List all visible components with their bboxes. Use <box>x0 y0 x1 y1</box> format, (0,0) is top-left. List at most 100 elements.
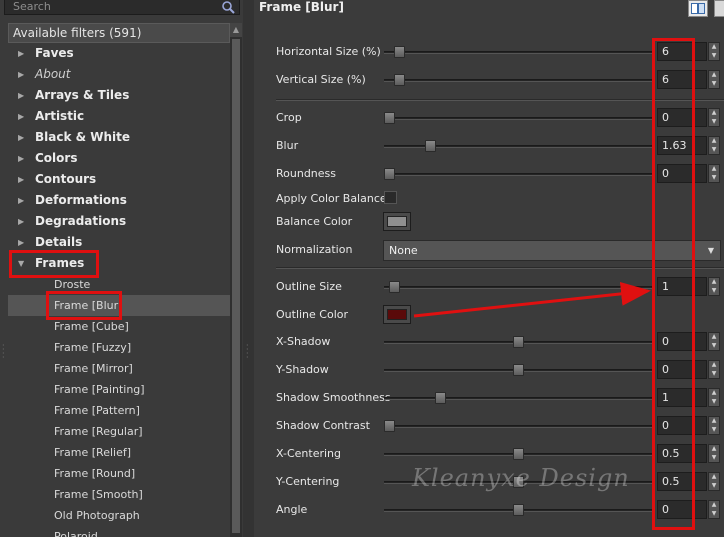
spin-down-arrow-icon[interactable]: ▼ <box>709 52 719 60</box>
horizontal-size-slider-handle[interactable] <box>394 46 406 58</box>
spin-up-arrow-icon[interactable]: ▲ <box>709 473 719 481</box>
shadow-smoothness-slider-track[interactable] <box>384 397 652 400</box>
expand-right-arrow-icon[interactable]: ▶ <box>18 211 24 232</box>
apply-color-balance-checkbox[interactable] <box>384 191 397 204</box>
x-shadow-spinner[interactable]: ▲ ▼ <box>708 332 720 351</box>
balance-color-swatch[interactable] <box>383 212 411 231</box>
spin-up-arrow-icon[interactable]: ▲ <box>709 278 719 286</box>
search-input[interactable] <box>7 0 217 14</box>
filter-category[interactable]: ▶ Colors <box>8 148 230 169</box>
preview-split-button[interactable] <box>688 0 708 17</box>
filter-category[interactable]: ▶ Artistic <box>8 106 230 127</box>
filter-category[interactable]: ▶ Black & White <box>8 127 230 148</box>
y-shadow-slider-handle[interactable] <box>512 364 524 376</box>
expand-right-arrow-icon[interactable]: ▶ <box>18 169 24 190</box>
crop-spinner[interactable]: ▲ ▼ <box>708 108 720 127</box>
x-shadow-slider-handle[interactable] <box>512 336 524 348</box>
spin-up-arrow-icon[interactable]: ▲ <box>709 43 719 51</box>
shadow-contrast-spinner[interactable]: ▲ ▼ <box>708 416 720 435</box>
filter-item[interactable]: Frame [Round] <box>8 463 230 484</box>
spin-down-arrow-icon[interactable]: ▼ <box>709 454 719 462</box>
param-label: X-Shadow <box>276 335 331 348</box>
blur-spinner[interactable]: ▲ ▼ <box>708 136 720 155</box>
y-shadow-spinner[interactable]: ▲ ▼ <box>708 360 720 379</box>
spin-up-arrow-icon[interactable]: ▲ <box>709 137 719 145</box>
scrollbar-thumb[interactable] <box>232 39 240 533</box>
vertical-size-spinner[interactable]: ▲ ▼ <box>708 70 720 89</box>
expand-right-arrow-icon[interactable]: ▶ <box>18 64 24 85</box>
y-centering-spinner[interactable]: ▲ ▼ <box>708 472 720 491</box>
panel-menu-button[interactable] <box>714 0 724 17</box>
spin-down-arrow-icon[interactable]: ▼ <box>709 118 719 126</box>
filter-item[interactable]: Polaroid <box>8 526 230 537</box>
filter-item[interactable]: Frame [Relief] <box>8 442 230 463</box>
angle-slider-handle[interactable] <box>512 504 524 516</box>
x-centering-spinner[interactable]: ▲ ▼ <box>708 444 720 463</box>
expand-right-arrow-icon[interactable]: ▶ <box>18 190 24 211</box>
crop-slider-handle[interactable] <box>384 112 395 124</box>
spin-up-arrow-icon[interactable]: ▲ <box>709 361 719 369</box>
spin-up-arrow-icon[interactable]: ▲ <box>709 71 719 79</box>
spin-up-arrow-icon[interactable]: ▲ <box>709 333 719 341</box>
spin-down-arrow-icon[interactable]: ▼ <box>709 80 719 88</box>
spin-up-arrow-icon[interactable]: ▲ <box>709 445 719 453</box>
scroll-up-arrow-icon[interactable]: ▲ <box>230 23 242 37</box>
shadow-smoothness-spinner[interactable]: ▲ ▼ <box>708 388 720 407</box>
spin-up-arrow-icon[interactable]: ▲ <box>709 165 719 173</box>
outline-size-spinner[interactable]: ▲ ▼ <box>708 277 720 296</box>
spin-down-arrow-icon[interactable]: ▼ <box>709 370 719 378</box>
blur-slider-handle[interactable] <box>425 140 437 152</box>
filter-category[interactable]: ▶ Faves <box>8 43 230 64</box>
outline-size-slider-handle[interactable] <box>389 281 401 293</box>
expand-right-arrow-icon[interactable]: ▶ <box>18 43 24 64</box>
roundness-slider-handle[interactable] <box>384 168 395 180</box>
spin-down-arrow-icon[interactable]: ▼ <box>709 510 719 518</box>
filter-category[interactable]: ▶ Contours <box>8 169 230 190</box>
expand-right-arrow-icon[interactable]: ▶ <box>18 148 24 169</box>
crop-slider-track[interactable] <box>384 117 652 120</box>
spin-down-arrow-icon[interactable]: ▼ <box>709 146 719 154</box>
horizontal-size-spinner[interactable]: ▲ ▼ <box>708 42 720 61</box>
filter-item[interactable]: Frame [Smooth] <box>8 484 230 505</box>
spin-up-arrow-icon[interactable]: ▲ <box>709 501 719 509</box>
vertical-size-slider-handle[interactable] <box>394 74 406 86</box>
roundness-slider-track[interactable] <box>384 173 652 176</box>
filter-category[interactable]: ▶ Arrays & Tiles <box>8 85 230 106</box>
roundness-spinner[interactable]: ▲ ▼ <box>708 164 720 183</box>
spin-up-arrow-icon[interactable]: ▲ <box>709 389 719 397</box>
filter-item[interactable]: Frame [Regular] <box>8 421 230 442</box>
horizontal-size-slider-track[interactable] <box>384 51 652 54</box>
shadow-contrast-slider-track[interactable] <box>384 425 652 428</box>
filter-item[interactable]: Frame [Pattern] <box>8 400 230 421</box>
spin-up-arrow-icon[interactable]: ▲ <box>709 109 719 117</box>
spin-down-arrow-icon[interactable]: ▼ <box>709 482 719 490</box>
filter-item[interactable]: Frame [Painting] <box>8 379 230 400</box>
filter-item[interactable]: Frame [Fuzzy] <box>8 337 230 358</box>
chevron-down-icon[interactable]: ▼ <box>703 242 719 259</box>
filter-category[interactable]: ▶ Deformations <box>8 190 230 211</box>
spin-up-arrow-icon[interactable]: ▲ <box>709 417 719 425</box>
filter-item-label: Frame [Mirror] <box>54 362 133 375</box>
filter-category[interactable]: ▶ About <box>8 64 230 85</box>
search-icon[interactable] <box>221 0 235 14</box>
outline-size-slider-track[interactable] <box>384 286 652 289</box>
shadow-contrast-slider-handle[interactable] <box>384 420 395 432</box>
filter-item[interactable]: Old Photograph <box>8 505 230 526</box>
expand-right-arrow-icon[interactable]: ▶ <box>18 85 24 106</box>
filter-category[interactable]: ▶ Degradations <box>8 211 230 232</box>
outline-color-swatch[interactable] <box>383 305 411 324</box>
filter-list-scrollbar[interactable]: ▲ <box>230 23 242 537</box>
expand-right-arrow-icon[interactable]: ▶ <box>18 106 24 127</box>
vertical-size-slider-track[interactable] <box>384 79 652 82</box>
expand-right-arrow-icon[interactable]: ▶ <box>18 127 24 148</box>
spin-down-arrow-icon[interactable]: ▼ <box>709 174 719 182</box>
x-centering-slider-handle[interactable] <box>512 448 524 460</box>
pane-splitter[interactable]: · · · · <box>243 0 254 537</box>
shadow-smoothness-slider-handle[interactable] <box>435 392 447 404</box>
angle-spinner[interactable]: ▲ ▼ <box>708 500 720 519</box>
spin-down-arrow-icon[interactable]: ▼ <box>709 287 719 295</box>
spin-down-arrow-icon[interactable]: ▼ <box>709 398 719 406</box>
spin-down-arrow-icon[interactable]: ▼ <box>709 342 719 350</box>
filter-item[interactable]: Frame [Mirror] <box>8 358 230 379</box>
spin-down-arrow-icon[interactable]: ▼ <box>709 426 719 434</box>
